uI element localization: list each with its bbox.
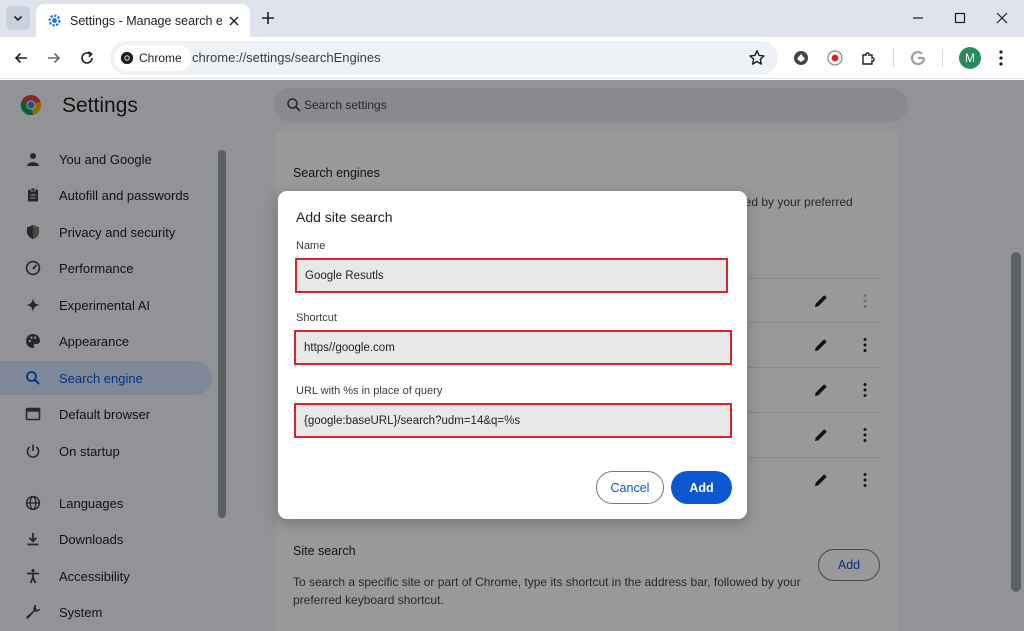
dialog-title: Add site search [296, 209, 393, 225]
tab-search-button[interactable] [6, 6, 30, 30]
name-label: Name [296, 240, 326, 252]
reload-icon [81, 51, 93, 64]
chip-label: Chrome [139, 51, 182, 65]
site-info-chip[interactable]: Chrome [114, 45, 191, 71]
toolbar-divider [893, 49, 894, 67]
maximize-icon [954, 12, 966, 24]
gear-icon [46, 13, 62, 29]
active-tab[interactable]: Settings - Manage search engin [36, 4, 250, 37]
extension-vpn-icon[interactable] [791, 48, 811, 68]
back-button[interactable] [9, 46, 33, 70]
url-label: URL with %s in place of query [296, 385, 443, 397]
add-site-search-dialog: Add site search Name Google Resutls Shor… [278, 191, 747, 519]
bookmark-star-icon[interactable] [748, 49, 766, 67]
tab-title: Settings - Manage search engin [70, 13, 222, 28]
extension-record-icon[interactable] [825, 48, 845, 68]
google-lens-icon[interactable] [908, 48, 928, 68]
arrow-right-icon [48, 52, 61, 64]
close-tab-icon[interactable] [226, 13, 242, 29]
arrow-left-icon [14, 52, 27, 64]
tab-strip: Settings - Manage search engin [0, 0, 1024, 37]
plus-icon [262, 12, 274, 24]
minimize-button[interactable] [904, 5, 932, 31]
reload-button[interactable] [75, 46, 99, 70]
close-icon [996, 12, 1008, 24]
close-window-button[interactable] [988, 5, 1016, 31]
new-tab-button[interactable] [258, 8, 278, 28]
address-bar[interactable]: Chrome chrome://settings/searchEngines [110, 41, 778, 75]
chrome-logo-icon [120, 51, 134, 65]
extensions-puzzle-icon[interactable] [858, 48, 878, 68]
url-text: chrome://settings/searchEngines [192, 50, 381, 65]
menu-kebab-icon[interactable] [991, 48, 1011, 68]
add-button[interactable]: Add [671, 471, 732, 504]
profile-avatar[interactable]: M [959, 47, 981, 69]
url-input[interactable]: {google:baseURL}/search?udm=14&q=%s [294, 403, 732, 438]
minimize-icon [913, 17, 923, 19]
forward-button[interactable] [42, 46, 66, 70]
cancel-button[interactable]: Cancel [596, 471, 664, 504]
chevron-down-icon [13, 15, 23, 22]
browser-toolbar: Chrome chrome://settings/searchEngines M [0, 37, 1024, 79]
maximize-button[interactable] [946, 5, 974, 31]
shortcut-input[interactable]: https//google.com [294, 330, 732, 365]
toolbar-divider [942, 49, 943, 67]
shortcut-label: Shortcut [296, 312, 337, 324]
name-input[interactable]: Google Resutls [295, 258, 728, 293]
